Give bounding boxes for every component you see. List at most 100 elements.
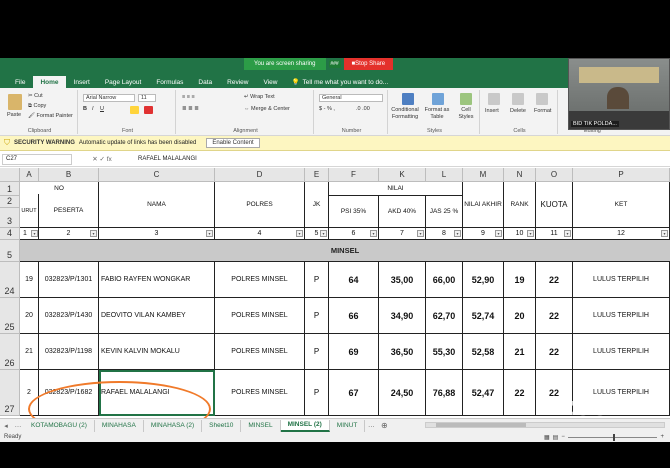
merge-center-button[interactable]: ⇔ Merge & Center: [244, 106, 290, 112]
col-header-b[interactable]: B: [39, 168, 99, 182]
cell-polres[interactable]: POLRES MINSEL: [215, 370, 305, 416]
wrap-text-button[interactable]: ↵ Wrap Text: [244, 94, 275, 100]
number-format-select[interactable]: General: [319, 94, 383, 102]
sheet-tab[interactable]: Sheet10: [202, 419, 242, 432]
cell-jk[interactable]: P: [305, 334, 329, 370]
font-name-select[interactable]: Arial Narrow: [83, 94, 135, 102]
cell-peserta[interactable]: 032823/P/1682: [39, 370, 99, 416]
tab-page-layout[interactable]: Page Layout: [98, 76, 149, 88]
paste-button[interactable]: Paste: [7, 112, 21, 118]
cell-psi[interactable]: 67: [329, 370, 379, 416]
format-cells-icon[interactable]: [536, 93, 548, 105]
zoom-slider[interactable]: ▦ ▤ − +: [544, 433, 664, 441]
row-header-1[interactable]: 1: [0, 182, 20, 196]
cell-akd[interactable]: 35,00: [379, 262, 426, 298]
col-header-a[interactable]: A: [20, 168, 39, 182]
row-header-27[interactable]: 27: [0, 370, 20, 416]
col-header-l[interactable]: L: [426, 168, 463, 182]
page-layout-icon[interactable]: ▤: [553, 434, 559, 441]
zoom-out-icon[interactable]: −: [561, 434, 565, 440]
cell-jk[interactable]: P: [305, 262, 329, 298]
cell-jk[interactable]: P: [305, 298, 329, 334]
italic-button[interactable]: I: [92, 106, 94, 112]
cell-psi[interactable]: 64: [329, 262, 379, 298]
sheet-tab[interactable]: KOTAMOBAGU (2): [24, 419, 95, 432]
filter-dropdown-icon[interactable]: ▾: [31, 230, 38, 237]
spreadsheet-grid[interactable]: A B C D E F K L M N O P 1 2 3 4 5 24 25 …: [0, 168, 670, 416]
filter-dropdown-icon[interactable]: ▾: [527, 230, 534, 237]
cell-ket[interactable]: LULUS TERPILIH: [573, 298, 670, 334]
row-header-5[interactable]: 5: [0, 240, 20, 262]
formula-buttons[interactable]: ✕ ✓ fx: [72, 155, 132, 163]
cell-jas[interactable]: 76,88: [426, 370, 463, 416]
sheet-prev-icon[interactable]: ◂: [0, 422, 12, 430]
sheet-tab[interactable]: MINAHASA: [95, 419, 144, 432]
insert-button[interactable]: Insert: [485, 108, 499, 114]
align-top-icon[interactable]: ≡ ≡ ≡: [182, 94, 195, 100]
tab-file[interactable]: File: [8, 76, 32, 88]
tab-review[interactable]: Review: [220, 76, 255, 88]
row-header-3[interactable]: 3: [0, 208, 20, 228]
row-header-24[interactable]: 24: [0, 262, 20, 298]
col-header-e[interactable]: E: [305, 168, 329, 182]
tab-formulas[interactable]: Formulas: [149, 76, 190, 88]
cell-peserta[interactable]: 032823/P/1301: [39, 262, 99, 298]
col-header-m[interactable]: M: [463, 168, 504, 182]
cell-kuota[interactable]: 22: [536, 334, 573, 370]
tell-me[interactable]: 💡 Tell me what you want to do...: [285, 76, 388, 88]
cell-akd[interactable]: 34,90: [379, 298, 426, 334]
cell-styles-icon[interactable]: [460, 93, 472, 105]
col-header-p[interactable]: P: [573, 168, 670, 182]
row-header-25[interactable]: 25: [0, 298, 20, 334]
cell-kuota[interactable]: 22: [536, 298, 573, 334]
sheet-tab-active[interactable]: MINSEL (2): [280, 419, 330, 432]
col-header-c[interactable]: C: [99, 168, 215, 182]
conditional-formatting-icon[interactable]: [402, 93, 414, 105]
stop-share-button[interactable]: ■ Stop Share: [343, 58, 394, 70]
format-button[interactable]: Format: [534, 108, 551, 114]
scroll-thumb[interactable]: [436, 423, 526, 427]
cell-nama[interactable]: FABIO RAYFEN WONGKAR: [99, 262, 215, 298]
cell-nama[interactable]: DEOVITO VILAN KAMBEY: [99, 298, 215, 334]
sheet-tab[interactable]: MINUT: [330, 419, 366, 432]
normal-view-icon[interactable]: ▦: [544, 434, 550, 441]
cell-ket[interactable]: LULUS TERPILIH: [573, 334, 670, 370]
cell-peserta[interactable]: 032823/P/1430: [39, 298, 99, 334]
fill-color-icon[interactable]: [130, 106, 139, 114]
horizontal-scrollbar[interactable]: [425, 422, 665, 428]
format-table-icon[interactable]: [432, 93, 444, 105]
filter-dropdown-icon[interactable]: ▾: [370, 230, 377, 237]
zoom-track[interactable]: [567, 433, 658, 441]
decimal-icon[interactable]: .0 .00: [356, 106, 370, 112]
cell-akd[interactable]: 24,50: [379, 370, 426, 416]
cell-polres[interactable]: POLRES MINSEL: [215, 334, 305, 370]
cell-kuota[interactable]: 22: [536, 262, 573, 298]
cell-styles-button[interactable]: Cell Styles: [454, 107, 478, 121]
tab-data[interactable]: Data: [191, 76, 219, 88]
add-sheet-icon[interactable]: ⊕: [377, 421, 391, 430]
paste-icon[interactable]: [8, 94, 22, 110]
underline-button[interactable]: U: [100, 106, 104, 112]
delete-cells-icon[interactable]: [512, 93, 524, 105]
filter-dropdown-icon[interactable]: ▾: [296, 230, 303, 237]
cell-rank[interactable]: 22: [504, 370, 536, 416]
row-header-26[interactable]: 26: [0, 334, 20, 370]
cell-peserta[interactable]: 032823/P/1198: [39, 334, 99, 370]
cell-jk[interactable]: P: [305, 370, 329, 416]
zoom-in-icon[interactable]: +: [660, 434, 664, 440]
cell-nilai-akhir[interactable]: 52,74: [463, 298, 504, 334]
currency-icon[interactable]: $ - % ,: [319, 106, 335, 112]
cell-nilai-akhir[interactable]: 52,90: [463, 262, 504, 298]
cell-polres[interactable]: POLRES MINSEL: [215, 298, 305, 334]
cell-nilai-akhir[interactable]: 52,47: [463, 370, 504, 416]
cell-nilai-akhir[interactable]: 52,58: [463, 334, 504, 370]
filter-dropdown-icon[interactable]: ▾: [495, 230, 502, 237]
delete-button[interactable]: Delete: [510, 108, 526, 114]
conditional-formatting-button[interactable]: Conditional Formatting: [390, 107, 420, 121]
cell-urut[interactable]: 2: [20, 370, 39, 416]
format-painter-button[interactable]: 🖌 Format Painter: [28, 113, 73, 119]
cell-psi[interactable]: 69: [329, 334, 379, 370]
col-header-n[interactable]: N: [504, 168, 536, 182]
sheet-more-icon[interactable]: …: [365, 422, 377, 429]
tab-home[interactable]: Home: [33, 76, 66, 88]
